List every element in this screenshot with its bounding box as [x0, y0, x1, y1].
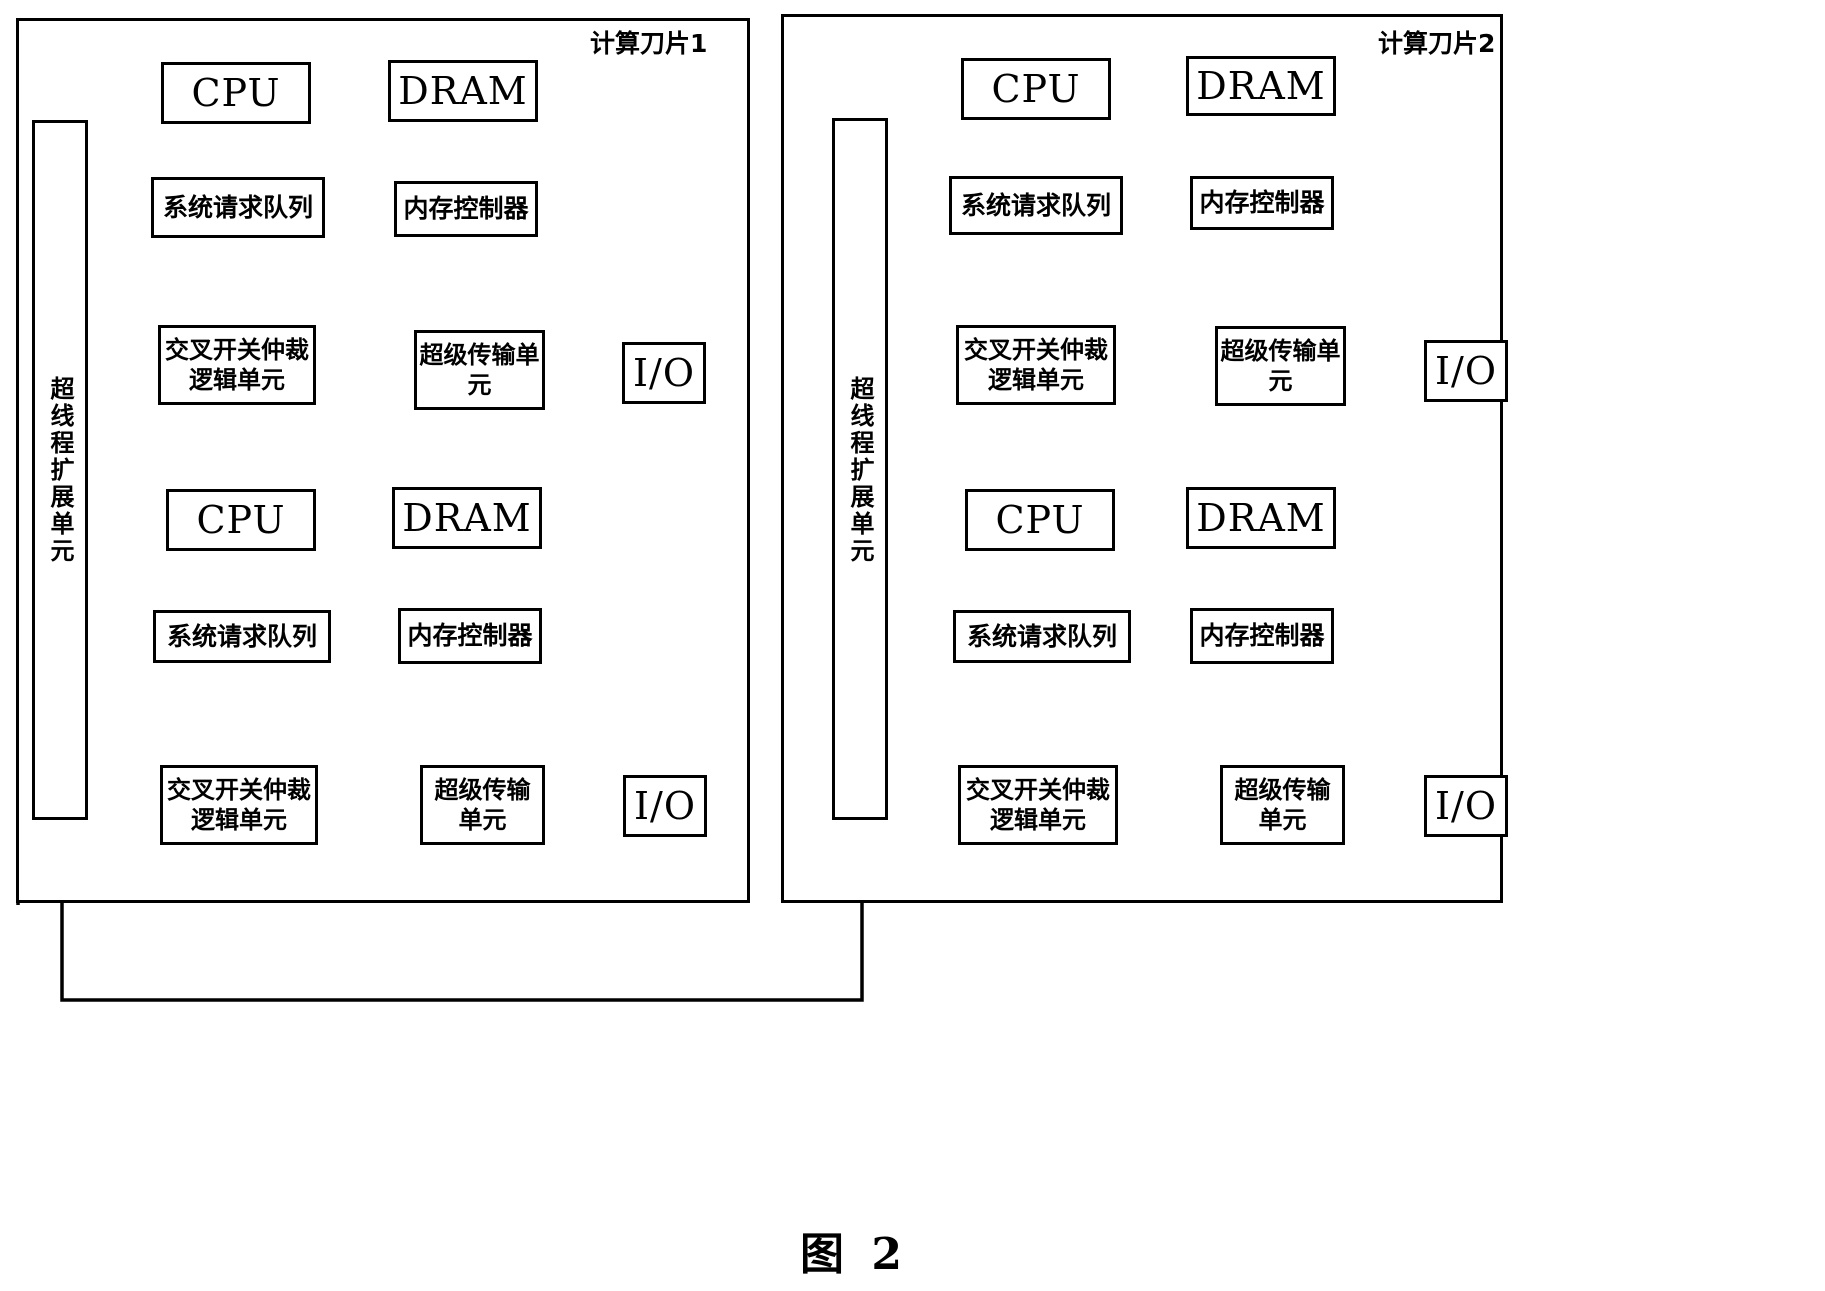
blade-1-node-1-dram: DRAM [388, 60, 538, 122]
blade-2-node-2-request-queue: 系统请求队列 [953, 610, 1131, 663]
blade-2-node-1-io: I/O [1424, 340, 1508, 402]
blade-2-node-2-cpu: CPU [965, 489, 1115, 551]
blade-1-node-1-hypertransport-label: 超级传输单元 [419, 341, 540, 399]
blade-panel-2 [781, 14, 1503, 903]
blade-2-node-2-hypertransport: 超级传输单元 [1220, 765, 1345, 845]
figure-canvas: 计算刀片1 超线程扩展单元 CPU DRAM 系统请求队列 内存控制器 交叉开关… [0, 0, 1825, 1291]
blade-1-node-2-crossbar: 交叉开关仲裁逻辑单元 [160, 765, 318, 845]
blade-2-node-2-crossbar: 交叉开关仲裁逻辑单元 [958, 765, 1118, 845]
blade-1-node-2-hypertransport: 超级传输单元 [420, 765, 545, 845]
blade-1-node-1-hypertransport: 超级传输单元 [414, 330, 545, 410]
blade-2-node-1-cpu: CPU [961, 58, 1111, 120]
blade-panel-1 [16, 18, 750, 903]
blade-2-node-1-dram: DRAM [1186, 56, 1336, 116]
blade-1-title: 计算刀片1 [590, 29, 708, 58]
blade-1-node-2-io: I/O [623, 775, 707, 837]
blade-1-node-2-hypertransport-label: 超级传输单元 [434, 776, 531, 834]
blade-2-node-1-hypertransport-label: 超级传输单元 [1220, 337, 1341, 395]
blade-2-node-1-request-queue: 系统请求队列 [949, 176, 1123, 235]
blade-1-node-1-io: I/O [622, 342, 706, 404]
blade-1-node-2-dram: DRAM [392, 487, 542, 549]
blade-2-node-2-dram: DRAM [1186, 487, 1336, 549]
blade-2-title: 计算刀片2 [1378, 29, 1496, 58]
blade-2-node-1-hypertransport: 超级传输单元 [1215, 326, 1346, 406]
blade-1-node-1-crossbar: 交叉开关仲裁逻辑单元 [158, 325, 316, 405]
blade-1-hyperthread-unit-label: 超线程扩展单元 [46, 375, 74, 565]
blade-1-node-1-memory-controller: 内存控制器 [394, 181, 538, 237]
blade-1-node-2-request-queue: 系统请求队列 [153, 610, 331, 663]
blade-1-node-1-cpu: CPU [161, 62, 311, 124]
blade-2-node-1-memory-controller: 内存控制器 [1190, 176, 1334, 230]
blade-2-node-2-hypertransport-label: 超级传输单元 [1234, 776, 1331, 834]
blade-1-node-2-crossbar-label: 交叉开关仲裁逻辑单元 [167, 776, 311, 834]
blade-2-node-2-crossbar-label: 交叉开关仲裁逻辑单元 [966, 776, 1110, 834]
blade-2-node-2-io: I/O [1424, 775, 1508, 837]
blade-2-node-1-crossbar: 交叉开关仲裁逻辑单元 [956, 325, 1116, 405]
blade-1-node-1-request-queue: 系统请求队列 [151, 177, 325, 238]
blade-1-node-1-crossbar-label: 交叉开关仲裁逻辑单元 [165, 336, 309, 394]
blade-2-node-1-crossbar-label: 交叉开关仲裁逻辑单元 [964, 336, 1108, 394]
blade-2-hyperthread-unit-label: 超线程扩展单元 [846, 375, 874, 565]
blade-1-node-2-cpu: CPU [166, 489, 316, 551]
blade-1-node-2-memory-controller: 内存控制器 [398, 608, 542, 664]
blade-2-node-2-memory-controller: 内存控制器 [1190, 608, 1334, 664]
figure-caption: 图 2 [800, 1229, 908, 1280]
